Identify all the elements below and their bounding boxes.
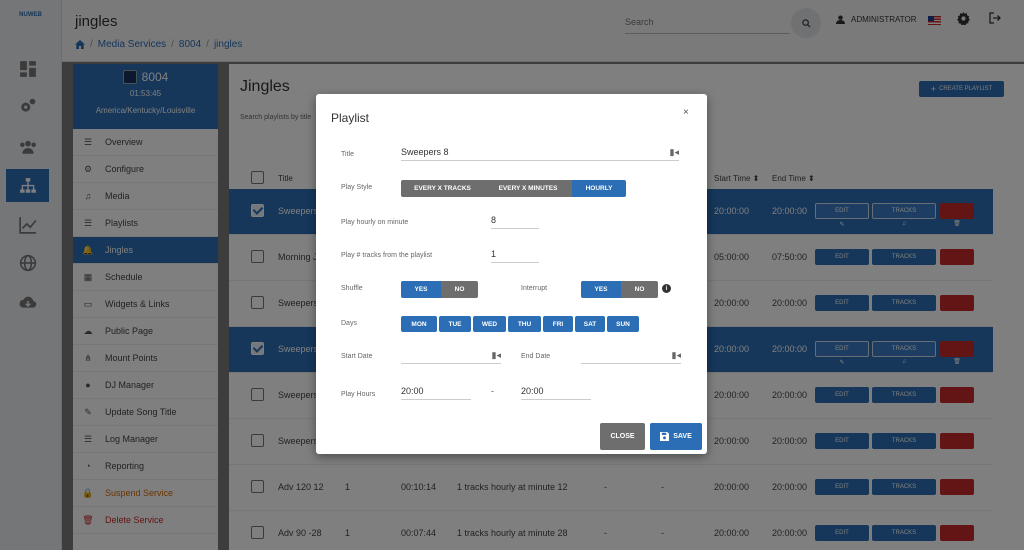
shuffle-yes[interactable]: YES xyxy=(401,281,441,298)
title-label: Title xyxy=(341,151,354,158)
interrupt-toggle: YES NO xyxy=(581,281,658,298)
day-mon[interactable]: MON xyxy=(401,316,437,332)
floppy-icon xyxy=(660,432,670,441)
title-value: Sweepers 8 xyxy=(401,147,449,157)
day-tue[interactable]: TUE xyxy=(439,316,471,332)
tracks-count-value: 1 xyxy=(491,249,497,259)
play-style-label: Play Style xyxy=(341,184,373,191)
tracks-count-label: Play # tracks from the playlist xyxy=(341,252,433,259)
shuffle-label: Shuffle xyxy=(341,285,363,292)
play-style-every-x-minutes[interactable]: EVERY X MINUTES xyxy=(484,180,572,197)
save-label: SAVE xyxy=(673,433,692,440)
end-date-input[interactable]: ▮◂ xyxy=(581,347,681,364)
modal-title: Playlist xyxy=(331,111,370,125)
day-sun[interactable]: SUN xyxy=(607,316,639,332)
minute-label: Play hourly on minute xyxy=(341,219,409,226)
play-hours-separator: - xyxy=(491,386,494,396)
title-field[interactable]: Sweepers 8 ▮◂ xyxy=(401,144,679,161)
play-hours-to-input[interactable]: 20:00 xyxy=(521,383,591,400)
play-hours-from-value: 20:00 xyxy=(401,386,424,396)
play-style-every-x-tracks[interactable]: EVERY X TRACKS xyxy=(401,180,484,197)
save-button[interactable]: SAVE xyxy=(650,423,702,450)
day-sat[interactable]: SAT xyxy=(575,316,605,332)
interrupt-yes[interactable]: YES xyxy=(581,281,621,298)
play-style-toggle: EVERY X TRACKS EVERY X MINUTES HOURLY xyxy=(401,180,626,197)
modal-close-icon[interactable]: × xyxy=(683,107,689,118)
start-date-calendar-icon[interactable]: ▮◂ xyxy=(492,350,501,361)
play-hours-to-value: 20:00 xyxy=(521,386,544,396)
play-hours-from-input[interactable]: 20:00 xyxy=(401,383,471,400)
day-thu[interactable]: THU xyxy=(508,316,541,332)
end-date-calendar-icon[interactable]: ▮◂ xyxy=(672,350,681,361)
days-label: Days xyxy=(341,320,357,327)
play-style-hourly[interactable]: HOURLY xyxy=(572,180,626,197)
minute-input[interactable]: 8 xyxy=(491,212,539,229)
shuffle-no[interactable]: NO xyxy=(441,281,478,298)
start-date-label: Start Date xyxy=(341,353,373,360)
playlist-modal: Playlist × Title Sweepers 8 ▮◂ Play Styl… xyxy=(316,94,707,454)
day-fri[interactable]: FRI xyxy=(543,316,573,332)
day-wed[interactable]: WED xyxy=(473,316,506,332)
minute-value: 8 xyxy=(491,215,497,225)
days-selector: MON TUE WED THU FRI SAT SUN xyxy=(401,316,639,332)
interrupt-label: Interrupt xyxy=(521,285,548,292)
close-button[interactable]: CLOSE xyxy=(600,423,645,450)
end-date-label: End Date xyxy=(521,353,551,360)
start-date-input[interactable]: ▮◂ xyxy=(401,347,501,364)
shuffle-toggle: YES NO xyxy=(401,281,478,298)
play-hours-label: Play Hours xyxy=(341,391,376,398)
picker-icon[interactable]: ▮◂ xyxy=(670,147,679,158)
interrupt-no[interactable]: NO xyxy=(621,281,658,298)
info-icon[interactable]: i xyxy=(662,284,671,293)
tracks-count-input[interactable]: 1 xyxy=(491,246,539,263)
